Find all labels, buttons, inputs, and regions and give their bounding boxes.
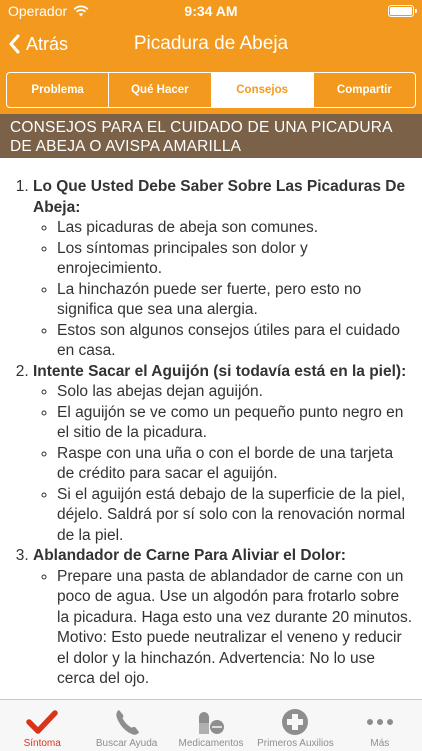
tab-buscar-ayuda[interactable]: Buscar Ayuda [84, 700, 168, 751]
tab-label: Primeros Auxilios [257, 738, 334, 749]
bullet-item: Prepare una pasta de ablandador de carne… [57, 567, 414, 690]
tab-mas[interactable]: Más [338, 700, 422, 751]
tab-label: Buscar Ayuda [95, 738, 158, 749]
segment-label: Consejos [236, 84, 288, 96]
bullet-item: Raspe con una uña o con el borde de una … [57, 444, 414, 485]
tab-primeros-auxilios[interactable]: Primeros Auxilios [253, 700, 337, 751]
clock: 9:34 AM [184, 3, 238, 19]
bullet-list: Solo las abejas dejan aguijón. El aguijó… [33, 382, 414, 546]
segment-problema[interactable]: Problema [7, 73, 110, 107]
battery-icon [388, 5, 417, 17]
tab-bar: Síntoma Buscar Ayuda Medicamentos Primer… [0, 699, 422, 751]
pills-icon [199, 712, 225, 734]
bullet-item: La hinchazón puede ser fuerte, pero esto… [57, 280, 414, 321]
bullet-item: Los síntomas principales son dolor y enr… [57, 239, 414, 280]
segment-label: Compartir [336, 84, 392, 96]
bullet-list: Prepare una pasta de ablandador de carne… [33, 567, 414, 690]
segment-label: Qué Hacer [131, 84, 189, 96]
tab-sintoma[interactable]: Síntoma [0, 700, 84, 751]
more-icon [366, 719, 393, 725]
tab-label: Síntoma [23, 738, 61, 749]
tab-label: Medicamentos [178, 738, 244, 749]
section-item: Ablandador de Carne Para Aliviar el Dolo… [33, 546, 414, 690]
checkmark-icon [26, 710, 58, 734]
segment-que-hacer[interactable]: Qué Hacer [109, 73, 212, 107]
page-title: Picadura de Abeja [133, 33, 289, 54]
segment-compartir[interactable]: Compartir [314, 73, 415, 107]
segment-bar: Problema Qué Hacer Consejos Compartir [0, 66, 422, 114]
nav-bar: Atrás Picadura de Abeja [0, 22, 422, 66]
section-title: Intente Sacar el Aguijón (si todavía est… [33, 362, 407, 380]
section-item: Lo Que Usted Debe Saber Sobre Las Picadu… [33, 177, 414, 362]
section-title: Ablandador de Carne Para Aliviar el Dolo… [33, 547, 346, 564]
segment-label: Problema [31, 84, 84, 96]
status-bar: Operador 9:34 AM [0, 0, 422, 22]
advice-list: Lo Que Usted Debe Saber Sobre Las Picadu… [0, 158, 422, 690]
bullet-item: Solo las abejas dejan aguijón. [57, 382, 414, 403]
bullet-list: Las picaduras de abeja son comunes. Los … [33, 218, 414, 362]
segmented-control: Problema Qué Hacer Consejos Compartir [6, 72, 416, 108]
tab-label: Más [370, 738, 390, 749]
phone-icon [116, 710, 139, 735]
tab-medicamentos[interactable]: Medicamentos [169, 700, 253, 751]
first-aid-icon [282, 709, 309, 735]
section-header: CONSEJOS PARA EL CUIDADO DE UNA PICADURA… [0, 114, 422, 158]
content-scroll[interactable]: Lo Que Usted Debe Saber Sobre Las Picadu… [0, 158, 422, 699]
bullet-item: Estos son algunos consejos útiles para e… [57, 321, 414, 362]
bullet-item: Las picaduras de abeja son comunes. [57, 218, 414, 239]
section-title: Lo Que Usted Debe Saber Sobre Las Picadu… [33, 178, 406, 216]
section-item: Intente Sacar el Aguijón (si todavía est… [33, 362, 414, 547]
bullet-item: Si el aguijón está debajo de la superfic… [57, 485, 414, 547]
segment-consejos[interactable]: Consejos [211, 73, 314, 107]
bullet-item: El aguijón se ve como un pequeño punto n… [57, 403, 414, 444]
